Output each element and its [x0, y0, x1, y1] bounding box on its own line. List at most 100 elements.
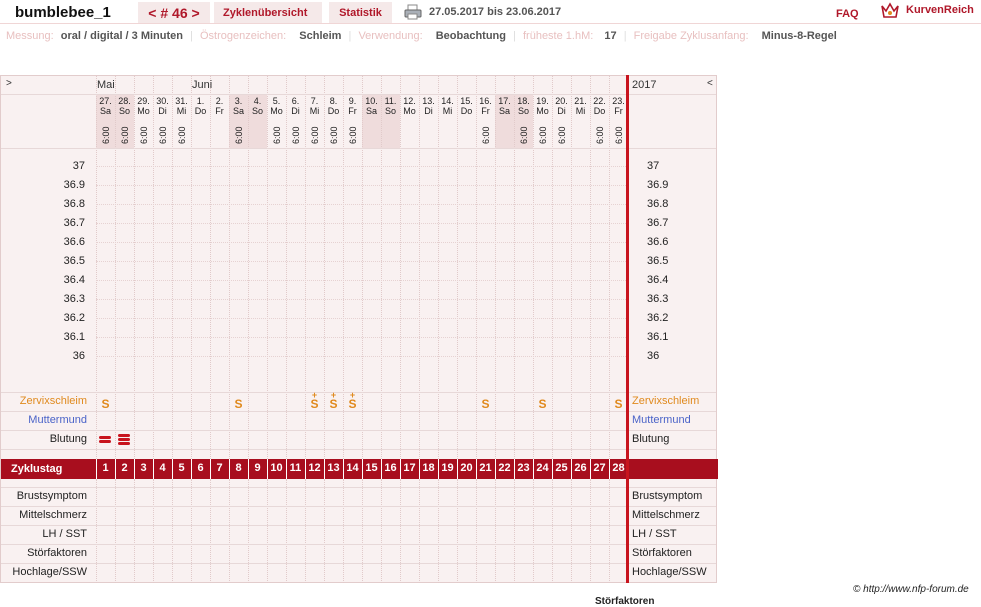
grid-vline — [305, 479, 306, 583]
day-weekday: Sa — [365, 106, 377, 116]
cervix-mark: S — [101, 397, 110, 411]
month-label-june: Juni — [192, 79, 213, 91]
release-value: Minus-8-Regel — [761, 30, 837, 42]
cycle-day-number: 21 — [479, 462, 492, 474]
day-date: 27. — [99, 96, 112, 106]
date-range: 27.05.2017 bis 23.06.2017 — [429, 6, 562, 18]
cycle-bar-separator — [172, 459, 173, 479]
day-weekday: Di — [158, 106, 167, 116]
y-tick-left: 36.6 — [63, 236, 85, 248]
cycle-day-number: 16 — [384, 462, 397, 474]
grid-vline — [457, 479, 458, 583]
day-weekday: Do — [593, 106, 606, 116]
cycle-day-bar: Zyklustag 1 2 3 4 5 6 7 8 9 10 11 12 13 14 15 16 17 18 19 2… — [1, 459, 718, 479]
grid-temp-line — [96, 261, 628, 262]
cycle-bar-separator — [362, 459, 363, 479]
cycle-bar-separator — [134, 459, 135, 479]
day-weekday: Di — [424, 106, 433, 116]
y-tick-left: 37 — [72, 160, 85, 172]
y-tick-right: 36.2 — [647, 312, 669, 324]
grid-temp-line — [96, 204, 628, 205]
cycle-bar-separator — [552, 459, 553, 479]
cycle-day-number: 19 — [441, 462, 454, 474]
use-value: Beobachtung — [435, 30, 506, 42]
measure-time: 6:00 — [329, 126, 339, 144]
cycle-day-number: 23 — [517, 462, 530, 474]
separator: | — [513, 30, 516, 42]
row-label-zervixschleim: Zervixschleim — [19, 395, 87, 407]
nav-next-button[interactable]: < — [707, 78, 713, 89]
bleeding-stroke — [99, 440, 111, 443]
cycle-day-number: 25 — [555, 462, 568, 474]
day-date: 21. — [574, 96, 587, 106]
faq-link[interactable]: FAQ — [836, 8, 859, 20]
grid-vline — [495, 479, 496, 583]
row-label-zervixschleim-right: Zervixschleim — [632, 395, 700, 407]
y-tick-left: 36.9 — [63, 179, 85, 191]
grid-layer — [1, 76, 718, 584]
grid-vline — [476, 479, 477, 583]
release-label: Freigabe Zyklusanfang: — [633, 30, 749, 42]
grid-hline — [1, 148, 716, 149]
grid-vline — [248, 479, 249, 583]
cycle-day-number: 18 — [422, 462, 435, 474]
cycle-day-number: 4 — [159, 462, 166, 474]
y-tick-right: 36.8 — [647, 198, 669, 210]
cycle-day-number: 1 — [102, 462, 109, 474]
cycle-bar-separator — [191, 459, 192, 479]
kurvenreich-logo-icon — [880, 2, 900, 20]
y-tick-left: 36 — [72, 350, 85, 362]
cycle-nav[interactable]: < # 46 > — [138, 2, 210, 24]
day-date: 12. — [403, 96, 416, 106]
cycle-bar-separator — [476, 459, 477, 479]
day-date: 15. — [460, 96, 473, 106]
cycle-day-number: 5 — [178, 462, 185, 474]
cycle-bar-separator — [229, 459, 230, 479]
brand-name: KurvenReich — [906, 4, 974, 16]
divider — [0, 23, 981, 24]
cycle-day-number: 7 — [216, 462, 223, 474]
day-weekday: Sa — [498, 106, 510, 116]
cycle-day-label: Zyklustag — [11, 463, 63, 475]
cycle-day-number: 14 — [346, 462, 359, 474]
measure-time: 6:00 — [538, 126, 548, 144]
grid-vline — [419, 76, 420, 459]
day-date: 22. — [593, 96, 606, 106]
cycle-bar-separator — [533, 459, 534, 479]
day-weekday: So — [384, 106, 396, 116]
cervix-mark: S — [329, 397, 338, 411]
measure-time: 6:00 — [348, 126, 358, 144]
printer-icon[interactable] — [404, 4, 422, 20]
copyright: © http://www.nfp-forum.de — [853, 584, 969, 595]
separator: | — [623, 30, 627, 42]
row-label-mittelschmerz: Mittelschmerz — [19, 509, 87, 521]
cycle-day-number: 13 — [327, 462, 340, 474]
y-tick-right: 36.1 — [647, 331, 669, 343]
row-label-muttermund: Muttermund — [28, 414, 87, 426]
day-date: 18. — [517, 96, 530, 106]
tab-statistik[interactable]: Statistik — [329, 2, 392, 24]
y-tick-left: 36.8 — [63, 198, 85, 210]
row-label-stoerfaktoren: Störfaktoren — [27, 547, 87, 559]
cycle-day-number: 2 — [121, 462, 128, 474]
day-weekday: Mo — [137, 106, 150, 116]
row-label-blutung: Blutung — [49, 433, 87, 445]
cycle-bar-separator — [153, 459, 154, 479]
grid-hline — [1, 430, 716, 431]
cycle-bar-separator — [343, 459, 344, 479]
cervix-mark: S — [234, 397, 243, 411]
cycle-bar-separator — [381, 459, 382, 479]
day-date: 7. — [310, 96, 319, 106]
bleeding-mark — [118, 434, 130, 446]
grid-temp-line — [96, 223, 628, 224]
grid-vline — [438, 76, 439, 459]
nav-prev-button[interactable]: > — [6, 78, 12, 89]
tab-zyklenuebersicht[interactable]: Zyklenübersicht — [214, 2, 322, 24]
grid-vline — [210, 479, 211, 583]
day-date: 31. — [175, 96, 188, 106]
grid-temp-line — [96, 280, 628, 281]
y-tick-right: 36 — [647, 350, 660, 362]
y-tick-right: 36.9 — [647, 179, 669, 191]
grid-vline — [115, 479, 116, 583]
cycle-day-number: 26 — [574, 462, 587, 474]
